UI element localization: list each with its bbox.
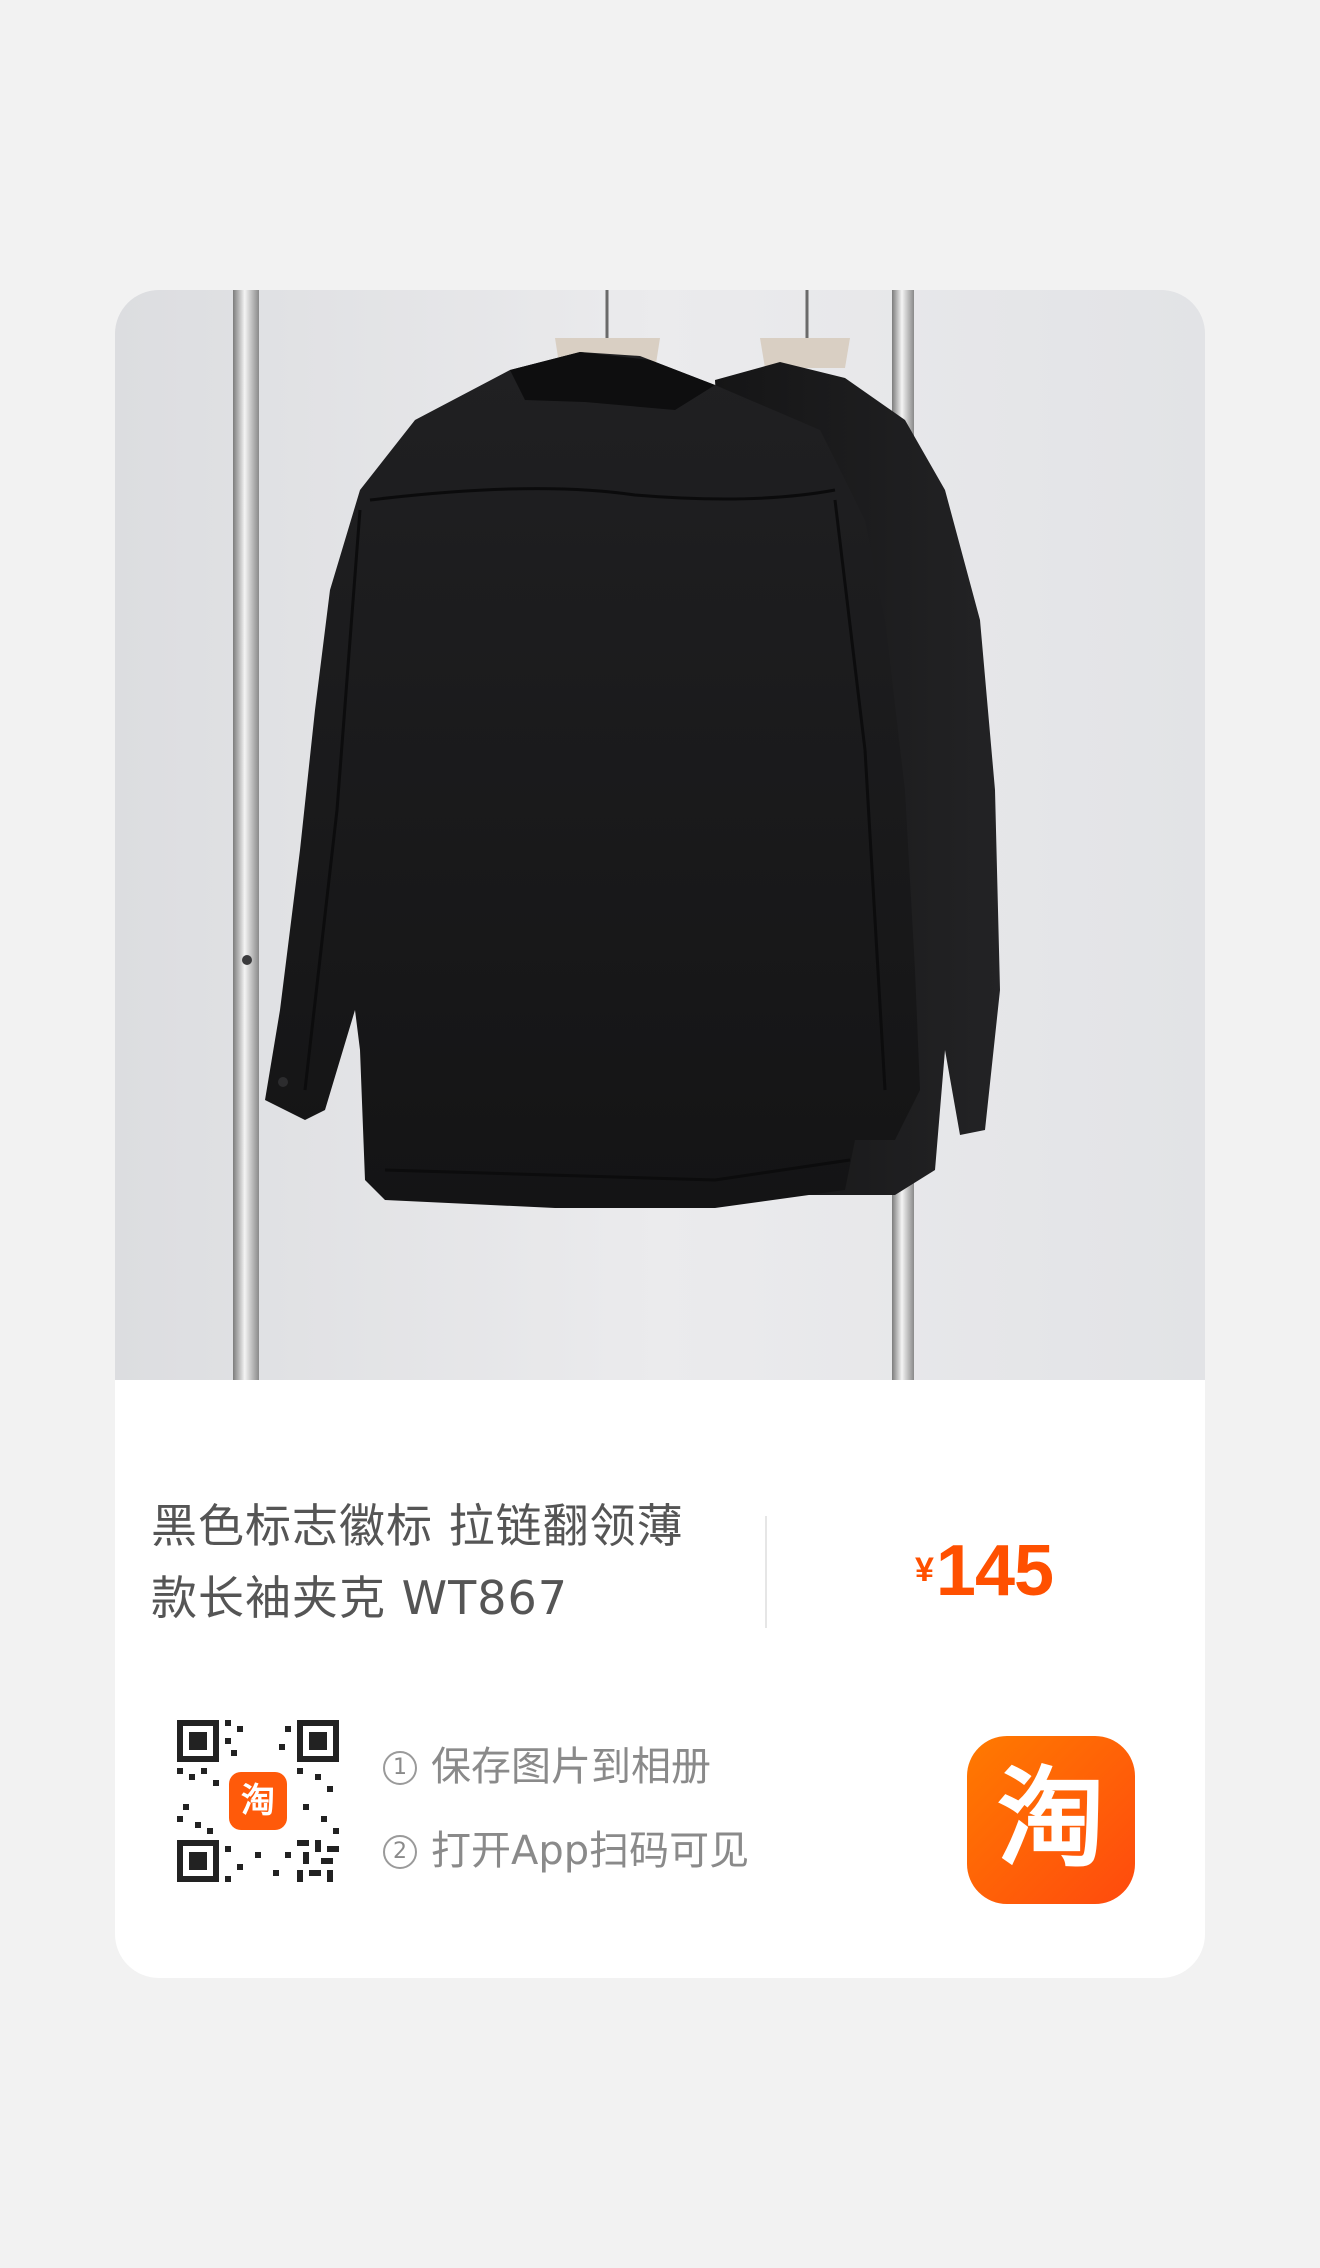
product-info-panel: 黑色标志徽标 拉链翻领薄 款长袖夹克 WT867 ¥145 淘 1 保存图片到相… [115,1380,1205,1978]
product-title-line-2: 款长袖夹克 WT867 [151,1571,569,1625]
step-2-text: 打开App扫码可见 [431,1828,750,1874]
instruction-step-1: 1 保存图片到相册 [383,1742,711,1792]
instruction-step-2: 2 打开App扫码可见 [383,1826,749,1876]
jacket-photo [115,290,1205,1380]
taobao-app-icon[interactable]: 淘 [967,1736,1135,1904]
product-price: ¥145 [915,1530,1054,1612]
price-value: 145 [935,1531,1054,1611]
product-image[interactable] [115,290,1205,1380]
divider [765,1516,767,1628]
qr-code[interactable]: 淘 [177,1720,339,1882]
product-title[interactable]: 黑色标志徽标 拉链翻领薄 款长袖夹克 WT867 [151,1490,711,1634]
product-share-card: 黑色标志徽标 拉链翻领薄 款长袖夹克 WT867 ¥145 淘 1 保存图片到相… [115,290,1205,1978]
product-title-line-1: 黑色标志徽标 拉链翻领薄 [151,1499,684,1553]
step-1-text: 保存图片到相册 [431,1744,711,1790]
currency-symbol: ¥ [915,1551,934,1589]
taobao-qr-logo-icon: 淘 [229,1772,287,1830]
step-2-number: 2 [383,1835,417,1869]
step-1-number: 1 [383,1751,417,1785]
